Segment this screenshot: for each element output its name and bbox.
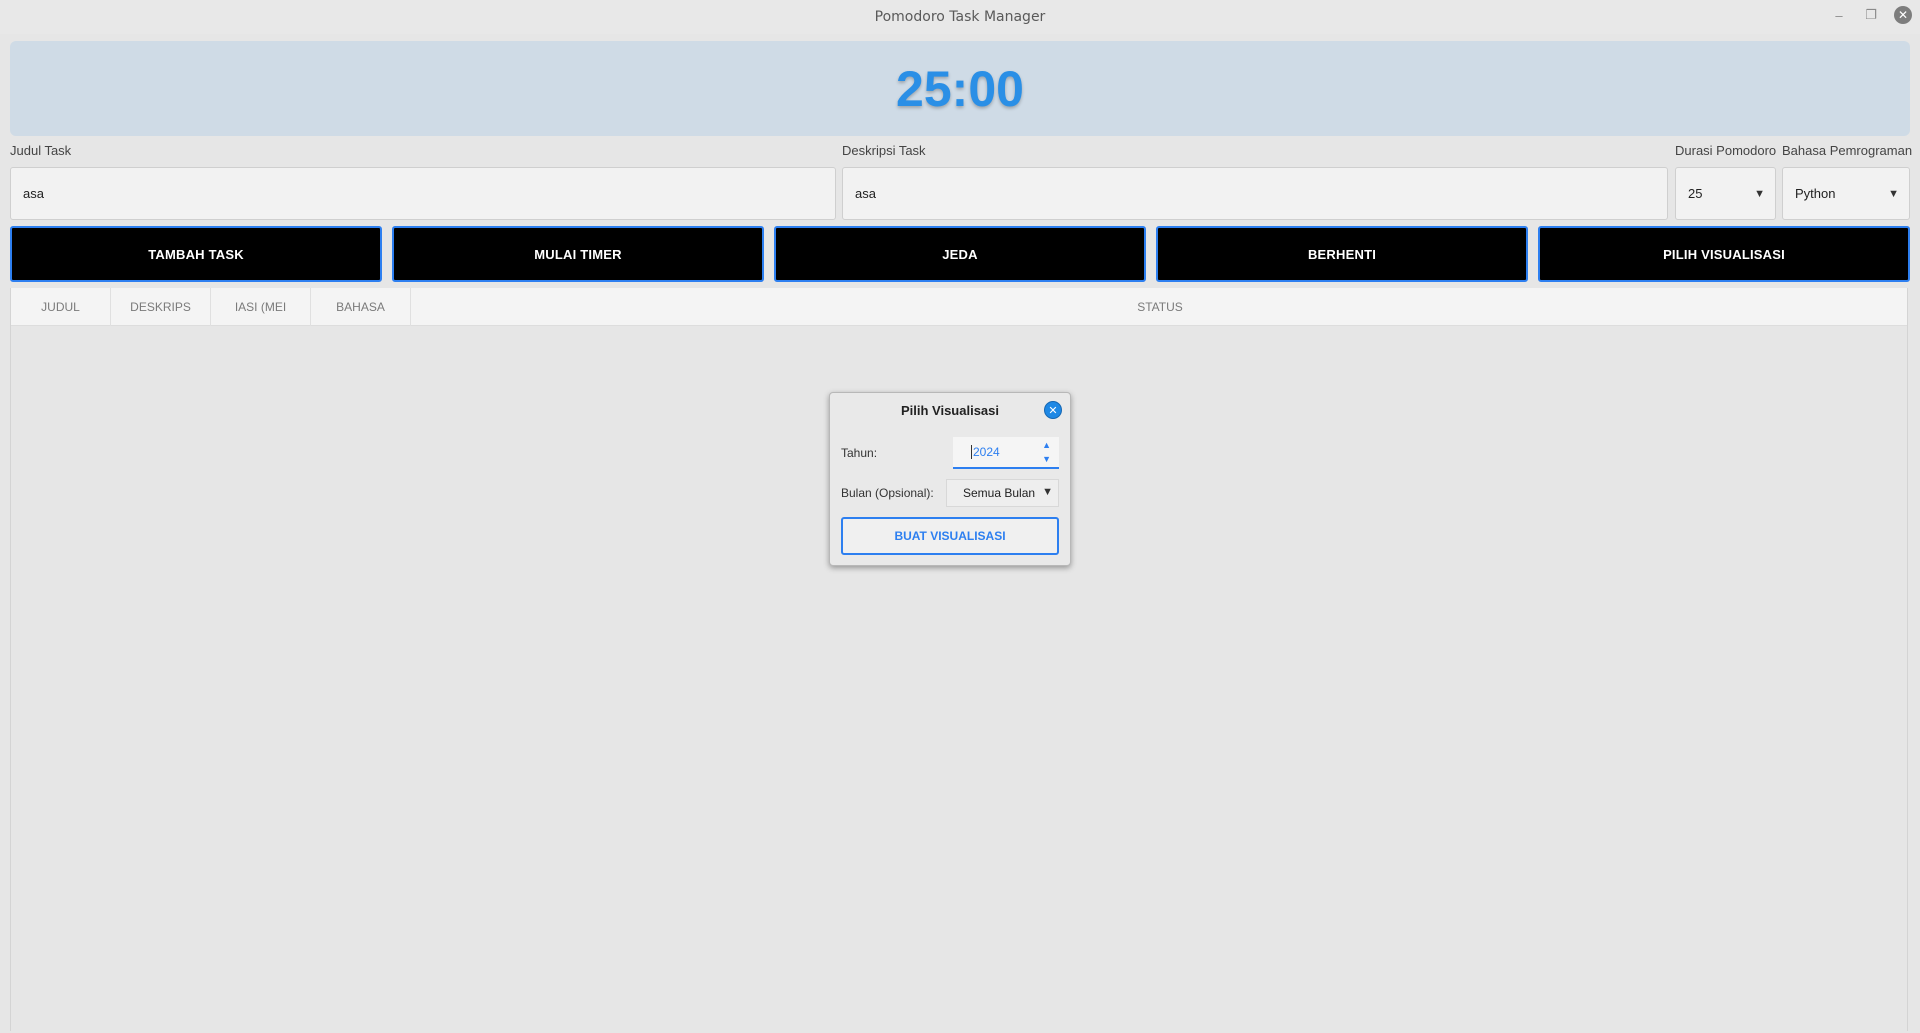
- dropdown-arrow-icon: ▼: [1888, 187, 1899, 200]
- column-header-language[interactable]: BAHASA: [311, 288, 411, 326]
- year-value: 2024: [971, 445, 1000, 459]
- language-value: Python: [1795, 186, 1836, 201]
- dropdown-arrow-icon: ▼: [1042, 486, 1053, 498]
- task-title-value: asa: [23, 186, 44, 201]
- column-header-title[interactable]: JUDUL: [11, 288, 111, 326]
- pause-button[interactable]: JEDA: [774, 226, 1146, 282]
- language-select[interactable]: Python ▼: [1782, 167, 1910, 220]
- task-title-label: Judul Task: [10, 143, 72, 158]
- visualization-dialog: Pilih Visualisasi ✕ Tahun: 2024 ▲ ▼ Bula…: [829, 392, 1071, 566]
- language-label: Bahasa Pemrograman: [1782, 143, 1913, 158]
- year-label: Tahun:: [841, 446, 878, 460]
- column-header-duration[interactable]: IASI (MEI: [211, 288, 311, 326]
- duration-select[interactable]: 25 ▼: [1675, 167, 1776, 220]
- start-timer-button[interactable]: MULAI TIMER: [392, 226, 764, 282]
- table-header: JUDUL DESKRIPS IASI (MEI BAHASA STATUS: [11, 288, 1907, 326]
- stop-button[interactable]: BERHENTI: [1156, 226, 1528, 282]
- column-header-description[interactable]: DESKRIPS: [111, 288, 211, 326]
- choose-visualization-button[interactable]: PILIH VISUALISASI: [1538, 226, 1910, 282]
- window-titlebar: Pomodoro Task Manager – ❐ ✕: [0, 0, 1920, 34]
- timer-panel: 25:00: [10, 41, 1910, 136]
- year-spinbox[interactable]: 2024 ▲ ▼: [953, 437, 1059, 469]
- window-title: Pomodoro Task Manager: [874, 9, 1046, 25]
- duration-value: 25: [1688, 186, 1703, 201]
- close-icon[interactable]: ✕: [1894, 6, 1912, 24]
- dropdown-arrow-icon: ▼: [1754, 187, 1765, 200]
- minimize-icon[interactable]: –: [1830, 6, 1848, 24]
- dialog-title: Pilih Visualisasi: [900, 403, 1000, 418]
- timer-display: 25:00: [896, 60, 1024, 117]
- month-value: Semua Bulan: [963, 486, 1036, 500]
- month-select[interactable]: Semua Bulan ▼: [946, 479, 1059, 507]
- create-visualization-button[interactable]: BUAT VISUALISASI: [841, 517, 1059, 555]
- maximize-icon[interactable]: ❐: [1862, 6, 1880, 24]
- task-description-label: Deskripsi Task: [842, 143, 926, 158]
- spin-down-icon[interactable]: ▼: [1042, 454, 1051, 464]
- month-label: Bulan (Opsional):: [841, 486, 934, 500]
- action-button-row: TAMBAH TASK MULAI TIMER JEDA BERHENTI PI…: [10, 226, 1910, 282]
- add-task-button[interactable]: TAMBAH TASK: [10, 226, 382, 282]
- duration-label: Durasi Pomodoro: [1675, 143, 1777, 158]
- window-controls: – ❐ ✕: [1830, 6, 1912, 24]
- task-description-input[interactable]: asa: [842, 167, 1668, 220]
- task-description-value: asa: [855, 186, 876, 201]
- column-header-status[interactable]: STATUS: [411, 288, 1909, 326]
- spin-up-icon[interactable]: ▲: [1042, 440, 1051, 450]
- task-title-input[interactable]: asa: [10, 167, 836, 220]
- close-icon[interactable]: ✕: [1044, 401, 1062, 419]
